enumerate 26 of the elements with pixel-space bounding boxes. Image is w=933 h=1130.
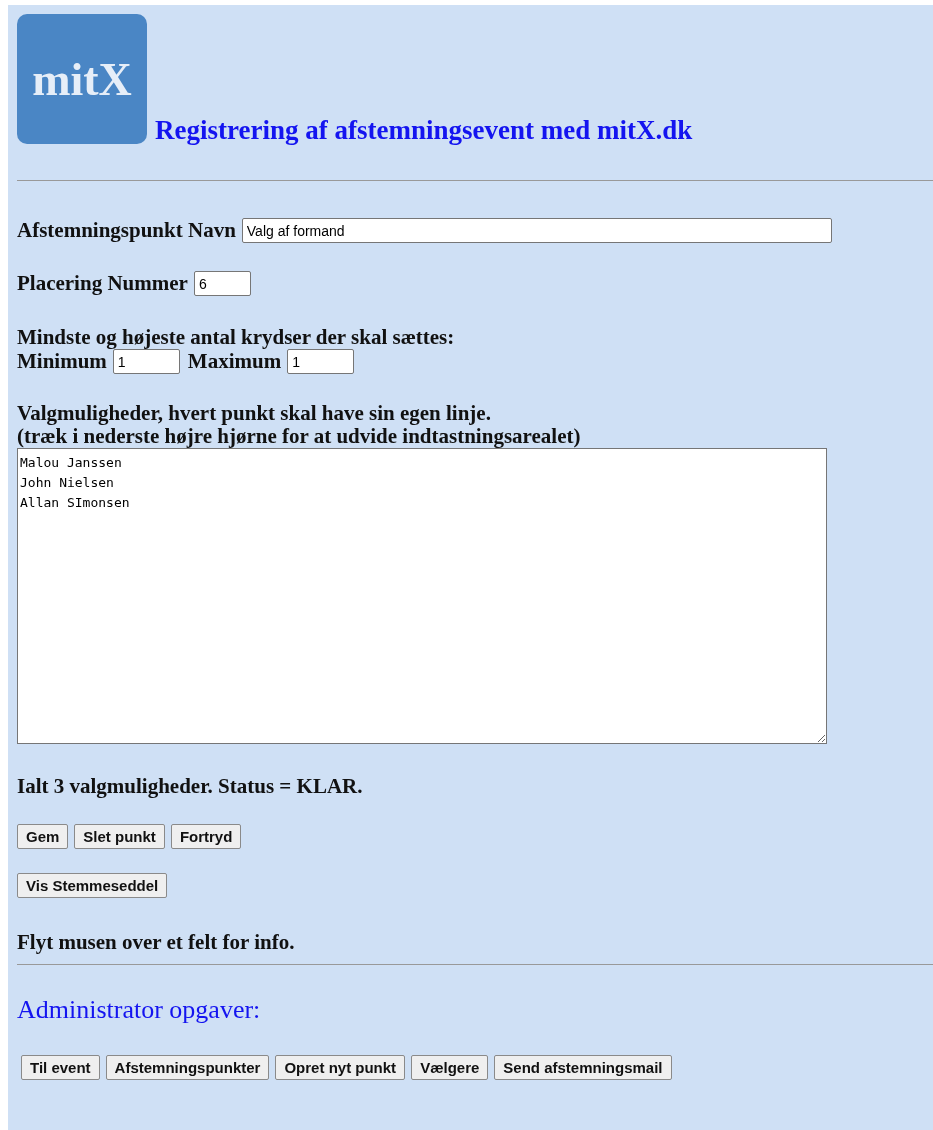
options-textarea[interactable]: Malou Janssen John Nielsen Allan SImonsen <box>17 448 827 744</box>
page-title: Registrering af afstemningsevent med mitX.dk <box>155 115 693 146</box>
field-label: Placering Nummer <box>17 271 188 296</box>
field-label: Minimum <box>17 349 107 374</box>
position-input[interactable]: 6 <box>193 271 251 296</box>
range-heading: Mindste og højeste antal krydser der skal sættes: <box>17 326 456 349</box>
action-button[interactable]: Gem <box>17 824 69 849</box>
admin-button[interactable]: Vælgere <box>411 1055 489 1080</box>
admin-button[interactable]: Til event <box>21 1055 100 1080</box>
ballot-button[interactable]: Vis Stemmeseddel <box>17 873 168 898</box>
admin-button[interactable]: Afstemningspunkter <box>105 1055 270 1080</box>
admin-button[interactable]: Opret nyt punkt <box>275 1055 406 1080</box>
minimum-input[interactable]: 1 <box>112 349 180 374</box>
status-text: Ialt 3 valgmuligheder. Status = KLAR. <box>17 775 364 798</box>
field-label: Afstemningspunkt Navn <box>17 218 236 243</box>
action-button[interactable]: Fortryd <box>170 824 242 849</box>
info-text: Flyt musen over et felt for info. <box>17 931 296 954</box>
action-button[interactable]: Slet punkt <box>74 824 165 849</box>
field-label: Maximum <box>187 349 282 374</box>
options-heading: Valgmuligheder, hvert punkt skal have sin egen linje. <box>17 402 492 425</box>
maximum-input[interactable]: 1 <box>287 349 355 374</box>
admin-button[interactable]: Send afstemningsmail <box>494 1055 672 1080</box>
options-hint: (træk i nederste højre hjørne for at udvide indtastningsarealet) <box>17 425 582 448</box>
admin-heading: Administrator opgaver: <box>17 995 262 1025</box>
logo: mitX <box>17 14 147 144</box>
name-input[interactable]: Valg af formand <box>241 218 832 243</box>
